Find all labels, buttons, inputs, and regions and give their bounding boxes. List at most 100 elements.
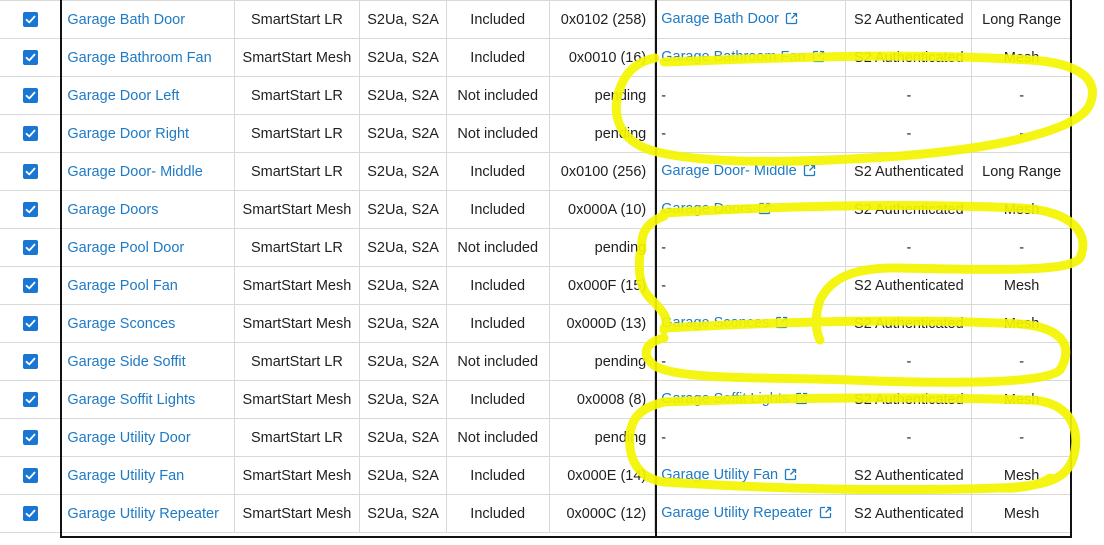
table-row[interactable]: Garage Pool Fan SmartStart Mesh S2Ua, S2… xyxy=(0,266,1072,305)
row-checkbox-cell[interactable] xyxy=(0,456,62,495)
checkbox-checked-icon[interactable] xyxy=(22,392,38,408)
external-link-icon[interactable] xyxy=(795,392,808,409)
device-name[interactable]: Garage Pool Door xyxy=(60,228,235,267)
node-link[interactable]: Garage Sconces xyxy=(661,315,769,331)
node-id: 0x0100 (256) xyxy=(548,152,656,191)
table-row[interactable]: Garage Door Left SmartStart LR S2Ua, S2A… xyxy=(0,76,1072,115)
checkbox-checked-icon[interactable] xyxy=(22,240,38,256)
node-link-cell[interactable]: Garage Utility Fan xyxy=(654,456,847,495)
checkbox-checked-icon[interactable] xyxy=(22,316,38,332)
external-link-icon[interactable] xyxy=(819,506,832,523)
row-checkbox-cell[interactable] xyxy=(0,76,62,115)
row-checkbox-cell[interactable] xyxy=(0,418,62,457)
device-name[interactable]: Garage Door Left xyxy=(60,76,235,115)
checkbox-checked-icon[interactable] xyxy=(22,164,38,180)
device-name[interactable]: Garage Door- Middle xyxy=(60,152,235,191)
device-name[interactable]: Garage Door Right xyxy=(60,114,235,153)
inclusion-status: Not included xyxy=(445,114,550,153)
protocol: Mesh xyxy=(971,190,1072,229)
node-link-cell[interactable]: Garage Utility Repeater xyxy=(654,494,847,533)
protocol: Mesh xyxy=(971,304,1072,343)
provisioning-type: SmartStart LR xyxy=(233,342,361,381)
inclusion-status: Not included xyxy=(445,228,550,267)
node-link[interactable]: Garage Utility Fan xyxy=(661,467,778,483)
security-status: S2 Authenticated xyxy=(845,152,973,191)
node-link[interactable]: Garage Door- Middle xyxy=(661,163,796,179)
node-link-empty: - xyxy=(661,125,667,142)
table-row[interactable]: Garage Door- Middle SmartStart LR S2Ua, … xyxy=(0,152,1072,191)
security-status: S2 Authenticated xyxy=(845,190,973,229)
device-name[interactable]: Garage Utility Door xyxy=(60,418,235,457)
row-checkbox-cell[interactable] xyxy=(0,380,62,419)
table-row[interactable]: Garage Utility Repeater SmartStart Mesh … xyxy=(0,494,1072,533)
device-name[interactable]: Garage Doors xyxy=(60,190,235,229)
node-link-cell[interactable]: Garage Door- Middle xyxy=(654,152,847,191)
node-id: 0x000E (14) xyxy=(548,456,656,495)
table-row[interactable]: Garage Soffit Lights SmartStart Mesh S2U… xyxy=(0,380,1072,419)
node-link[interactable]: Garage Utility Repeater xyxy=(661,505,813,521)
external-link-icon[interactable] xyxy=(785,12,798,29)
node-link-cell[interactable]: Garage Bath Door xyxy=(654,0,847,39)
checkbox-checked-icon[interactable] xyxy=(22,88,38,104)
external-link-icon[interactable] xyxy=(758,202,771,219)
node-link-cell[interactable]: Garage Bathroom Fan xyxy=(654,38,847,77)
node-id: 0x000F (15) xyxy=(548,266,656,305)
device-name[interactable]: Garage Bath Door xyxy=(60,0,235,39)
device-name[interactable]: Garage Utility Repeater xyxy=(60,494,235,533)
table-row[interactable]: Garage Sconces SmartStart Mesh S2Ua, S2A… xyxy=(0,304,1072,343)
security-classes: S2Ua, S2A xyxy=(359,228,447,267)
row-checkbox-cell[interactable] xyxy=(0,304,62,343)
row-checkbox-cell[interactable] xyxy=(0,152,62,191)
checkbox-checked-icon[interactable] xyxy=(22,126,38,142)
security-status: S2 Authenticated xyxy=(845,494,973,533)
row-checkbox-cell[interactable] xyxy=(0,266,62,305)
table-row[interactable]: Garage Side Soffit SmartStart LR S2Ua, S… xyxy=(0,342,1072,381)
row-checkbox-cell[interactable] xyxy=(0,342,62,381)
security-status: S2 Authenticated xyxy=(845,38,973,77)
node-link[interactable]: Garage Bathroom Fan xyxy=(661,49,805,65)
device-name[interactable]: Garage Side Soffit xyxy=(60,342,235,381)
row-checkbox-cell[interactable] xyxy=(0,38,62,77)
security-status: - xyxy=(845,114,973,153)
external-link-icon[interactable] xyxy=(803,164,816,181)
row-checkbox-cell[interactable] xyxy=(0,228,62,267)
external-link-icon[interactable] xyxy=(775,316,788,333)
row-checkbox-cell[interactable] xyxy=(0,494,62,533)
node-link[interactable]: Garage Doors xyxy=(661,201,752,217)
row-checkbox-cell[interactable] xyxy=(0,114,62,153)
device-name[interactable]: Garage Sconces xyxy=(60,304,235,343)
external-link-icon[interactable] xyxy=(784,468,797,485)
column-divider-left xyxy=(60,0,62,538)
protocol: Mesh xyxy=(971,456,1072,495)
security-classes: S2Ua, S2A xyxy=(359,38,447,77)
checkbox-checked-icon[interactable] xyxy=(22,506,38,522)
checkbox-checked-icon[interactable] xyxy=(22,430,38,446)
checkbox-checked-icon[interactable] xyxy=(22,50,38,66)
table-row[interactable]: Garage Doors SmartStart Mesh S2Ua, S2A I… xyxy=(0,190,1072,229)
device-name[interactable]: Garage Bathroom Fan xyxy=(60,38,235,77)
row-checkbox-cell[interactable] xyxy=(0,190,62,229)
inclusion-status: Included xyxy=(445,0,550,39)
row-checkbox-cell[interactable] xyxy=(0,0,62,39)
table-row[interactable]: Garage Bath Door SmartStart LR S2Ua, S2A… xyxy=(0,0,1072,39)
node-link[interactable]: Garage Bath Door xyxy=(661,11,779,27)
device-name[interactable]: Garage Utility Fan xyxy=(60,456,235,495)
device-name[interactable]: Garage Pool Fan xyxy=(60,266,235,305)
checkbox-checked-icon[interactable] xyxy=(22,202,38,218)
table-row[interactable]: Garage Pool Door SmartStart LR S2Ua, S2A… xyxy=(0,228,1072,267)
external-link-icon[interactable] xyxy=(812,50,825,67)
security-status: S2 Authenticated xyxy=(845,456,973,495)
checkbox-checked-icon[interactable] xyxy=(22,12,38,28)
table-row[interactable]: Garage Bathroom Fan SmartStart Mesh S2Ua… xyxy=(0,38,1072,77)
device-name[interactable]: Garage Soffit Lights xyxy=(60,380,235,419)
table-row[interactable]: Garage Utility Fan SmartStart Mesh S2Ua,… xyxy=(0,456,1072,495)
node-link-cell[interactable]: Garage Sconces xyxy=(654,304,847,343)
table-row[interactable]: Garage Door Right SmartStart LR S2Ua, S2… xyxy=(0,114,1072,153)
table-row[interactable]: Garage Utility Door SmartStart LR S2Ua, … xyxy=(0,418,1072,457)
checkbox-checked-icon[interactable] xyxy=(22,354,38,370)
node-link-cell[interactable]: Garage Doors xyxy=(654,190,847,229)
checkbox-checked-icon[interactable] xyxy=(22,468,38,484)
node-link[interactable]: Garage Soffit Lights xyxy=(661,391,789,407)
node-link-cell[interactable]: Garage Soffit Lights xyxy=(654,380,847,419)
checkbox-checked-icon[interactable] xyxy=(22,278,38,294)
